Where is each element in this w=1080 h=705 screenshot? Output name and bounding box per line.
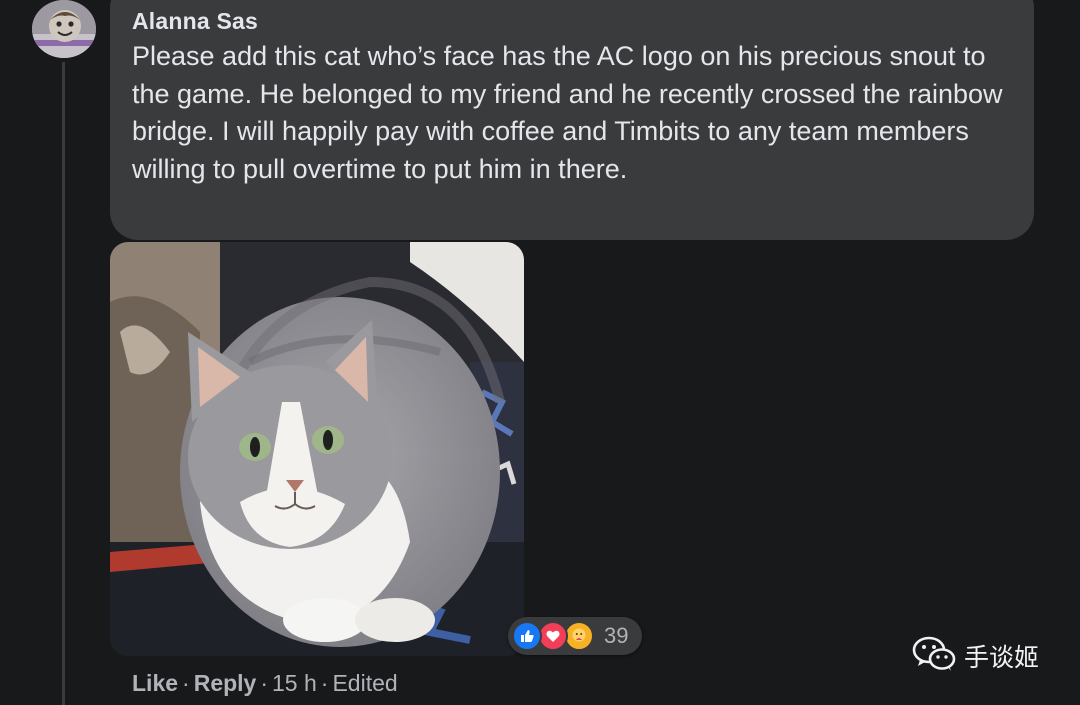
edited-label[interactable]: Edited bbox=[332, 670, 397, 696]
like-icon bbox=[512, 621, 542, 651]
cat-photo[interactable] bbox=[110, 242, 524, 656]
comment-author[interactable]: Alanna Sas bbox=[132, 8, 258, 35]
watermark: 手谈姬 bbox=[912, 636, 1040, 677]
care-icon bbox=[564, 621, 594, 651]
watermark-text: 手谈姬 bbox=[964, 643, 1040, 672]
reaction-count: 39 bbox=[604, 623, 629, 648]
comment-thread: Alanna Sas Please add this cat who’s fac… bbox=[0, 0, 1080, 705]
separator-dot: · bbox=[182, 670, 190, 696]
thread-line bbox=[62, 62, 65, 705]
reactions-summary[interactable]: 39 bbox=[508, 617, 642, 655]
reply-link[interactable]: Reply bbox=[194, 670, 257, 696]
avatar[interactable] bbox=[32, 0, 96, 58]
timestamp-link[interactable]: 15 h bbox=[272, 670, 317, 696]
wechat-icon bbox=[912, 636, 956, 677]
separator-dot: · bbox=[320, 670, 329, 696]
avatar-image bbox=[32, 0, 96, 58]
comment-actions: Like · Reply · 15 h · Edited bbox=[132, 670, 398, 697]
like-link[interactable]: Like bbox=[132, 670, 178, 696]
separator-dot: · bbox=[260, 670, 269, 696]
love-icon bbox=[538, 621, 568, 651]
cat-photo-image bbox=[110, 242, 524, 656]
comment-text: Please add this cat who’s face has the A… bbox=[132, 41, 1003, 184]
